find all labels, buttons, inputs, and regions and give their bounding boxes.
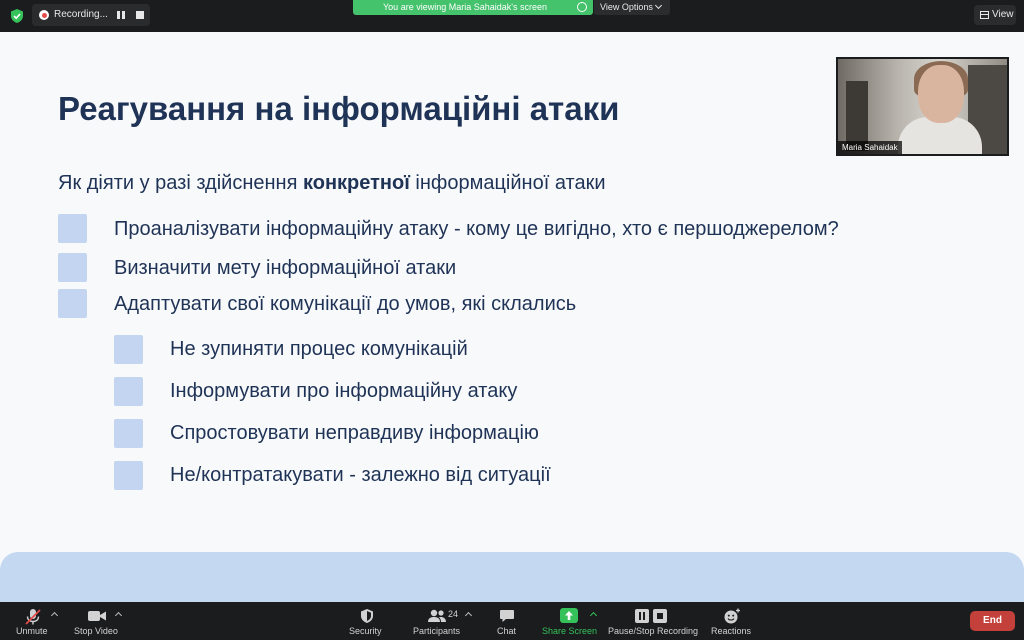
chat-label: Chat <box>497 626 517 636</box>
slide-title: Реагування на інформаційні атаки <box>58 90 620 127</box>
recording-dot-icon <box>39 10 49 20</box>
view-options-label: View Options <box>600 2 653 12</box>
stop-recording-icon[interactable] <box>136 11 144 19</box>
screen-share-status-icon <box>577 2 587 12</box>
participant-video-tile[interactable]: Maria Sahaidak <box>836 57 1009 156</box>
list-item: Визначити мету інформаційної атаки <box>114 257 457 279</box>
slide-footer-band <box>0 552 1024 602</box>
chat-button[interactable]: Chat <box>490 602 524 640</box>
viewing-screen-text: You are viewing Maria Sahaidak's screen <box>383 2 547 12</box>
end-label: End <box>983 615 1002 626</box>
chat-bubble-icon <box>500 610 514 622</box>
participant-face <box>918 65 964 123</box>
sub-list-item: Інформувати про інформаційну атаку <box>170 380 518 402</box>
sub-bullet-square <box>114 377 143 406</box>
subtitle-suffix: інформаційної атаки <box>409 172 606 194</box>
pause-recording-icon[interactable] <box>116 10 126 20</box>
stop-video-label: Stop Video <box>74 626 118 636</box>
bullet-square <box>58 214 87 243</box>
gallery-view-icon <box>980 11 989 19</box>
meeting-toolbar: Unmute Stop Video Security 24 Participan… <box>0 602 1024 640</box>
sub-bullet-square <box>114 419 143 448</box>
participants-label: Participants <box>413 626 461 636</box>
subtitle-prefix: Як діяти у разі здійснення <box>58 172 303 194</box>
muted-microphone-icon <box>25 609 41 625</box>
participants-icon <box>428 609 446 622</box>
security-button[interactable]: Security <box>344 602 390 640</box>
sub-bullet-square <box>114 461 143 490</box>
pause-stop-recording-label: Pause/Stop Recording <box>608 626 699 636</box>
top-bar: Recording... You are viewing Maria Sahai… <box>0 0 1024 32</box>
unmute-button[interactable]: Unmute <box>10 602 60 640</box>
reactions-button[interactable]: Reactions <box>708 602 756 640</box>
subtitle-bold: конкретної <box>303 172 410 194</box>
pause-stop-recording-icon <box>635 609 667 623</box>
unmute-label: Unmute <box>16 626 48 636</box>
security-label: Security <box>349 626 382 636</box>
view-button[interactable]: View <box>974 5 1016 25</box>
sub-list-item: Не/контратакувати - залежно від ситуації <box>170 464 551 486</box>
sub-bullet-square <box>114 335 143 364</box>
sub-list-item: Не зупиняти процес комунікацій <box>170 338 468 360</box>
video-camera-icon <box>88 611 106 621</box>
recording-label: Recording... <box>54 9 108 20</box>
reactions-label: Reactions <box>711 626 752 636</box>
bullet-square <box>58 253 87 282</box>
sub-list-item: Спростовувати неправдиву інформацію <box>170 422 539 444</box>
participants-options-chevron-icon[interactable] <box>464 611 473 620</box>
end-meeting-button[interactable]: End <box>970 611 1015 631</box>
pause-stop-recording-button[interactable]: Pause/Stop Recording <box>606 602 698 640</box>
list-item: Проаналізувати інформаційну атаку - кому… <box>114 218 839 240</box>
share-screen-arrow-icon <box>560 608 578 623</box>
stop-video-button[interactable]: Stop Video <box>70 602 122 640</box>
security-shield-icon <box>361 609 373 623</box>
participants-button[interactable]: 24 Participants <box>410 602 466 640</box>
participant-name-label: Maria Sahaidak <box>838 141 902 154</box>
view-options-button[interactable]: View Options <box>594 0 670 15</box>
bullet-square <box>58 289 87 318</box>
chevron-down-icon <box>654 1 663 10</box>
slide-subtitle: Як діяти у разі здійснення конкретної ін… <box>58 172 606 195</box>
list-item: Адаптувати свої комунікації до умов, які… <box>114 293 577 315</box>
view-label: View <box>992 9 1014 20</box>
recording-indicator: Recording... <box>32 4 150 26</box>
viewing-screen-banner: You are viewing Maria Sahaidak's screen <box>353 0 593 15</box>
share-screen-label: Share Screen <box>542 626 598 636</box>
participants-count: 24 <box>448 609 459 619</box>
encryption-shield-icon[interactable] <box>9 8 25 24</box>
reactions-emoji-icon <box>724 608 740 624</box>
share-screen-button[interactable]: Share Screen <box>538 602 600 640</box>
